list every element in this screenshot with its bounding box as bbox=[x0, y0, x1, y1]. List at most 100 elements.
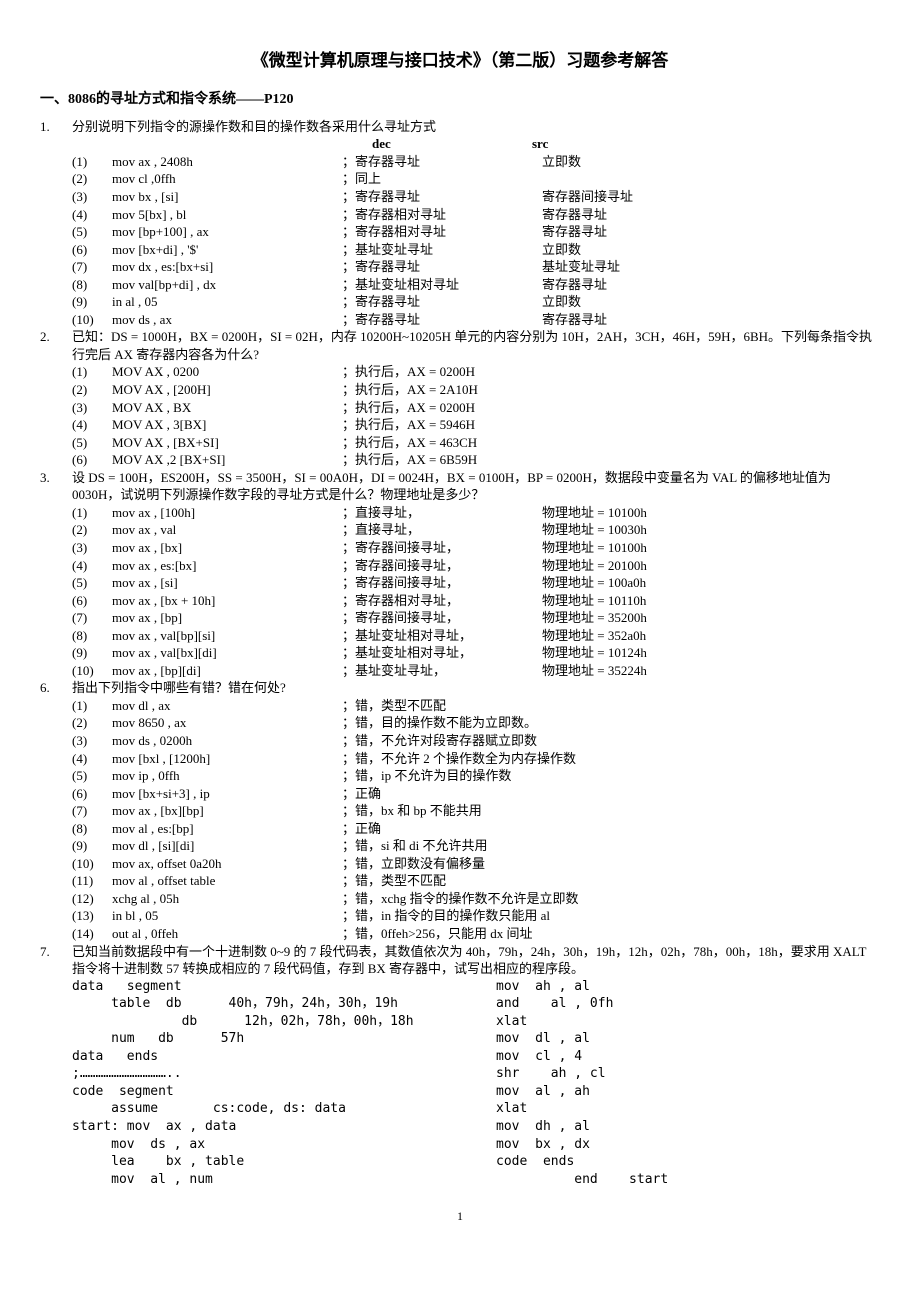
cell: ；错，不允许对段寄存器赋立即数 bbox=[342, 732, 880, 750]
table-row: (8)mov val[bp+di] , dx；基址变址相对寻址寄存器寻址 bbox=[72, 276, 880, 294]
q1-header: dec src bbox=[72, 135, 880, 153]
cell: 物理地址 = 10100h bbox=[542, 504, 880, 522]
cell: (5) bbox=[72, 434, 112, 452]
q1-prompt: 分别说明下列指令的源操作数和目的操作数各采用什么寻址方式 bbox=[72, 118, 880, 136]
cell: mov ds , 0200h bbox=[112, 732, 342, 750]
cell: 寄存器寻址 bbox=[542, 276, 880, 294]
cell: 立即数 bbox=[542, 241, 880, 259]
table-row: (3)MOV AX , BX；执行后，AX = 0200H bbox=[72, 399, 880, 417]
cell: ；寄存器寻址 bbox=[342, 258, 542, 276]
cell: mov ax , 2408h bbox=[112, 153, 342, 171]
cell: mov [bx+si+3] , ip bbox=[112, 785, 342, 803]
cell: (9) bbox=[72, 644, 112, 662]
cell: (9) bbox=[72, 293, 112, 311]
cell: (13) bbox=[72, 907, 112, 925]
cell: ；基址变址寻址， bbox=[342, 662, 542, 680]
cell: mov ax , val[bx][di] bbox=[112, 644, 342, 662]
table-row: (10)mov ds , ax；寄存器寻址寄存器寻址 bbox=[72, 311, 880, 329]
cell: (2) bbox=[72, 714, 112, 732]
cell: mov cl ,0ffh bbox=[112, 170, 342, 188]
cell: ；错，xchg 指令的操作数不允许是立即数 bbox=[342, 890, 880, 908]
cell: 物理地址 = 10110h bbox=[542, 592, 880, 610]
cell: (1) bbox=[72, 153, 112, 171]
cell: mov al , es:[bp] bbox=[112, 820, 342, 838]
cell: mov ax, offset 0a20h bbox=[112, 855, 342, 873]
cell: (1) bbox=[72, 504, 112, 522]
cell: ；错，ip 不允许为目的操作数 bbox=[342, 767, 880, 785]
cell: mov ax , val[bp][si] bbox=[112, 627, 342, 645]
cell: mov ax , [bp][di] bbox=[112, 662, 342, 680]
cell: 物理地址 = 20100h bbox=[542, 557, 880, 575]
cell: (5) bbox=[72, 574, 112, 592]
cell: mov ip , 0ffh bbox=[112, 767, 342, 785]
cell: mov [bp+100] , ax bbox=[112, 223, 342, 241]
cell: ；错，in 指令的目的操作数只能用 al bbox=[342, 907, 880, 925]
table-row: (6)MOV AX ,2 [BX+SI]；执行后，AX = 6B59H bbox=[72, 451, 880, 469]
cell: MOV AX , 3[BX] bbox=[112, 416, 342, 434]
cell: ；直接寻址， bbox=[342, 504, 542, 522]
cell: mov val[bp+di] , dx bbox=[112, 276, 342, 294]
question-7: 7. 已知当前数据段中有一个十进制数 0~9 的 7 段代码表，其数值依次为 4… bbox=[40, 943, 880, 1189]
cell: mov ax , val bbox=[112, 521, 342, 539]
cell: out al , 0ffeh bbox=[112, 925, 342, 943]
table-row: (4)mov ax , es:[bx]；寄存器间接寻址，物理地址 = 20100… bbox=[72, 557, 880, 575]
cell: mov dl , [si][di] bbox=[112, 837, 342, 855]
cell: 物理地址 = 10124h bbox=[542, 644, 880, 662]
cell: 寄存器间接寻址 bbox=[542, 188, 880, 206]
cell: ；寄存器间接寻址， bbox=[342, 539, 542, 557]
q3-prompt: 设 DS = 100H，ES200H，SS = 3500H，SI = 00A0H… bbox=[72, 469, 880, 504]
cell: ；错，类型不匹配 bbox=[342, 872, 880, 890]
cell: ；直接寻址， bbox=[342, 521, 542, 539]
cell: mov al , offset table bbox=[112, 872, 342, 890]
table-row: (10)mov ax , [bp][di]；基址变址寻址，物理地址 = 3522… bbox=[72, 662, 880, 680]
cell: MOV AX , 0200 bbox=[112, 363, 342, 381]
table-row: (8)mov al , es:[bp]；正确 bbox=[72, 820, 880, 838]
cell bbox=[542, 170, 880, 188]
q7-prompt: 已知当前数据段中有一个十进制数 0~9 的 7 段代码表，其数值依次为 40h，… bbox=[72, 943, 880, 978]
question-1: 1. 分别说明下列指令的源操作数和目的操作数各采用什么寻址方式 dec src … bbox=[40, 118, 880, 329]
cell: mov ax , es:[bx] bbox=[112, 557, 342, 575]
table-row: (11)mov al , offset table；错，类型不匹配 bbox=[72, 872, 880, 890]
cell: (2) bbox=[72, 381, 112, 399]
cell: mov ax , [bp] bbox=[112, 609, 342, 627]
table-row: (4)mov 5[bx] , bl；寄存器相对寻址寄存器寻址 bbox=[72, 206, 880, 224]
cell: (7) bbox=[72, 609, 112, 627]
cell: mov ax , [100h] bbox=[112, 504, 342, 522]
cell: (11) bbox=[72, 872, 112, 890]
cell: ；寄存器相对寻址 bbox=[342, 206, 542, 224]
cell: (14) bbox=[72, 925, 112, 943]
table-row: (5)mov ip , 0ffh；错，ip 不允许为目的操作数 bbox=[72, 767, 880, 785]
cell: (7) bbox=[72, 802, 112, 820]
table-row: (3)mov ax , [bx]；寄存器间接寻址，物理地址 = 10100h bbox=[72, 539, 880, 557]
cell: ；基址变址相对寻址 bbox=[342, 276, 542, 294]
table-row: (2)mov 8650 , ax；错，目的操作数不能为立即数。 bbox=[72, 714, 880, 732]
cell: (4) bbox=[72, 416, 112, 434]
cell: (3) bbox=[72, 188, 112, 206]
cell: (4) bbox=[72, 206, 112, 224]
cell: MOV AX , BX bbox=[112, 399, 342, 417]
cell: (1) bbox=[72, 697, 112, 715]
cell: ；错，类型不匹配 bbox=[342, 697, 880, 715]
cell: ；执行后，AX = 463CH bbox=[342, 434, 880, 452]
table-row: (7)mov ax , [bx][bp]；错，bx 和 bp 不能共用 bbox=[72, 802, 880, 820]
cell: 物理地址 = 10100h bbox=[542, 539, 880, 557]
q7-code: data segment table db 40h，79h，24h，30h，19… bbox=[72, 978, 880, 1189]
question-6: 6. 指出下列指令中哪些有错？错在何处? (1)mov dl , ax；错，类型… bbox=[40, 679, 880, 942]
cell: ；基址变址相对寻址， bbox=[342, 644, 542, 662]
cell: ；执行后，AX = 6B59H bbox=[342, 451, 880, 469]
cell: ；错，0ffeh>256，只能用 dx 间址 bbox=[342, 925, 880, 943]
cell: 寄存器寻址 bbox=[542, 311, 880, 329]
cell: 物理地址 = 100a0h bbox=[542, 574, 880, 592]
cell: (6) bbox=[72, 592, 112, 610]
cell: (2) bbox=[72, 170, 112, 188]
qnum-3: 3. bbox=[40, 469, 72, 487]
cell: ；寄存器间接寻址， bbox=[342, 557, 542, 575]
doc-title: 《微型计算机原理与接口技术》（第二版）习题参考解答 bbox=[40, 50, 880, 73]
qnum-7: 7. bbox=[40, 943, 72, 961]
cell: ；寄存器相对寻址， bbox=[342, 592, 542, 610]
table-row: (5)mov [bp+100] , ax；寄存器相对寻址寄存器寻址 bbox=[72, 223, 880, 241]
qnum-6: 6. bbox=[40, 679, 72, 697]
cell: 物理地址 = 35200h bbox=[542, 609, 880, 627]
cell: ；错，bx 和 bp 不能共用 bbox=[342, 802, 880, 820]
table-row: (2)mov ax , val；直接寻址，物理地址 = 10030h bbox=[72, 521, 880, 539]
